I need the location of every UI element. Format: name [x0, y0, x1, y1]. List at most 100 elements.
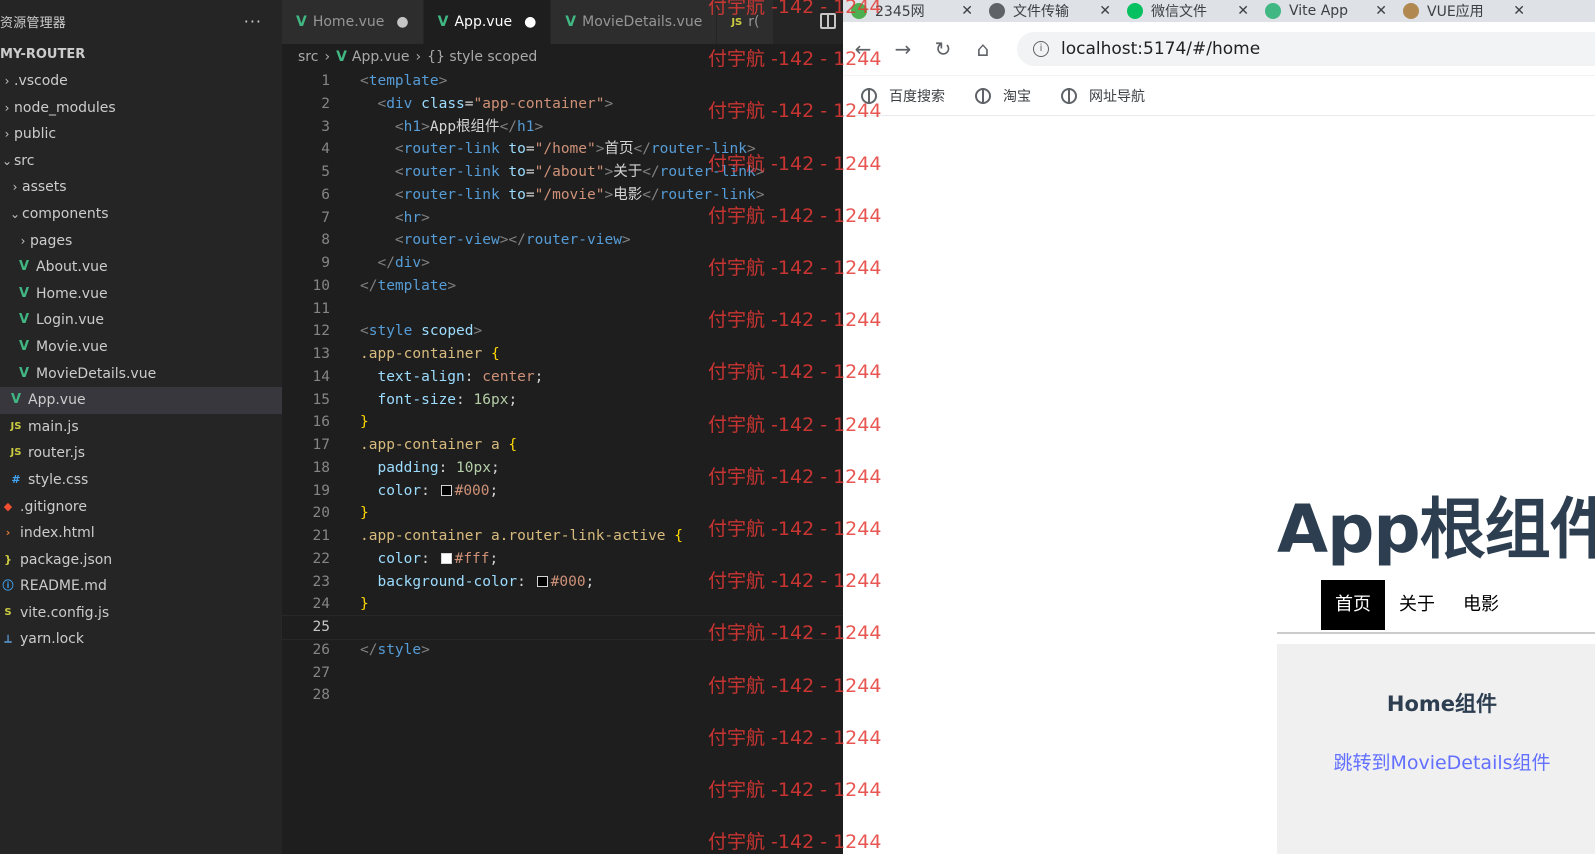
tree-item[interactable]: › node_modules [0, 95, 282, 122]
tree-item[interactable]: Svite.config.js [0, 600, 282, 627]
tree-item[interactable]: ⓘ README.md [0, 573, 282, 600]
close-icon[interactable]: ✕ [961, 3, 973, 19]
line-number: 11 [312, 300, 330, 317]
browser-tab-label: 2345网 [875, 4, 925, 20]
tree-item[interactable]: V Movie.vue [0, 334, 282, 361]
code-line[interactable]: 9 </div> [282, 252, 843, 275]
editor-tab[interactable]: JS r( [717, 0, 775, 44]
browser-tab[interactable]: 微信文件 ✕ [1119, 0, 1257, 22]
browser-tab[interactable]: 2345网 ✕ [843, 0, 981, 22]
home-icon[interactable]: ⌂ [963, 37, 1003, 61]
tree-item[interactable]: ◆ .gitignore [0, 494, 282, 521]
code-line[interactable]: 10 </template> [282, 275, 843, 298]
tree-item[interactable]: › index.html [0, 520, 282, 547]
tree-item[interactable]: › .vscode [0, 68, 282, 95]
code-line[interactable]: 4 <router-link to="/home">首页</router-lin… [282, 138, 843, 161]
code-line[interactable]: 14 text-align: center; [282, 366, 843, 389]
tree-item[interactable]: V About.vue [0, 254, 282, 281]
tree-item[interactable]: JS router.js [0, 440, 282, 467]
tree-item[interactable]: # style.css [0, 467, 282, 494]
forward-arrow-icon[interactable]: → [883, 37, 923, 61]
browser-tab[interactable]: 文件传输 ✕ [981, 0, 1119, 22]
editor-tab[interactable]: V Home.vue ● [282, 0, 424, 44]
code-line[interactable]: 25 [281, 615, 844, 640]
tree-item[interactable]: › pages [0, 228, 282, 255]
color-swatch-icon[interactable] [440, 552, 452, 564]
code-line[interactable]: 7 <hr> [282, 207, 843, 230]
tree-item[interactable]: JS main.js [0, 414, 282, 441]
tree-item[interactable]: ⟂ yarn.lock [0, 626, 282, 653]
color-swatch-icon[interactable] [440, 484, 452, 496]
code-line[interactable]: 28 [282, 684, 843, 707]
close-icon[interactable]: ✕ [1375, 3, 1387, 19]
close-icon[interactable]: ✕ [1237, 3, 1249, 19]
editor-tab[interactable]: V App.vue ● [423, 0, 552, 44]
url-text[interactable]: localhost:5174/#/home [1061, 39, 1260, 59]
site-info-icon[interactable]: i [1033, 40, 1049, 57]
back-arrow-icon[interactable]: ← [843, 37, 883, 61]
line-source: padding: 10px; [377, 459, 500, 476]
code-line[interactable]: 8 <router-view></router-view> [282, 229, 843, 252]
line-source: </template> [360, 277, 457, 294]
browser-tab[interactable]: Vite App ✕ [1257, 0, 1395, 22]
more-actions-icon[interactable]: ··· [244, 12, 262, 31]
movie-details-link[interactable]: 跳转到MovieDetails组件 [1277, 748, 1595, 775]
code-line[interactable]: 17 .app-container a { [282, 434, 843, 457]
project-root[interactable]: MY-ROUTER [0, 42, 282, 68]
split-editor-icon[interactable] [820, 13, 836, 29]
code-line[interactable]: 24} [282, 593, 843, 616]
tree-item-label: Movie.vue [36, 338, 108, 355]
reload-icon[interactable]: ↻ [923, 37, 963, 61]
browser-tab-label: VUE应用 [1427, 4, 1484, 20]
code-line[interactable]: 18 padding: 10px; [282, 457, 843, 480]
tree-item[interactable]: V MovieDetails.vue [0, 361, 282, 388]
code-line[interactable]: 13 .app-container { [282, 343, 843, 366]
router-link[interactable]: 电影 [1449, 580, 1513, 630]
unsaved-dot-icon[interactable]: ● [396, 14, 408, 30]
router-link[interactable]: 关于 [1385, 580, 1449, 630]
bookmark-item[interactable]: 淘宝 [975, 86, 1031, 106]
close-icon[interactable]: ✕ [1513, 3, 1525, 19]
tree-item[interactable]: V Home.vue [0, 281, 282, 308]
line-number: 9 [321, 255, 330, 271]
tree-item[interactable]: › assets [0, 174, 282, 201]
code-line[interactable]: 1 <template> [282, 70, 843, 93]
breadcrumb-symbol[interactable]: {} style scoped [427, 49, 537, 65]
code-line[interactable]: 15 font-size: 16px; [282, 389, 843, 412]
tree-item-label: Login.vue [36, 312, 104, 329]
color-swatch-icon[interactable] [536, 575, 548, 587]
tree-item[interactable]: V App.vue [0, 387, 282, 414]
code-line[interactable]: 23 background-color: #000; [282, 571, 843, 594]
editor-tab[interactable]: V MovieDetails.vue [551, 0, 718, 44]
tree-item[interactable]: V Login.vue [0, 307, 282, 334]
code-line[interactable]: 19 color: #000; [282, 480, 843, 503]
code-line[interactable]: 2 <div class="app-container"> [282, 93, 843, 116]
bookmark-item[interactable]: 网址导航 [1061, 86, 1145, 106]
code-line[interactable]: 22 color: #fff; [282, 548, 843, 571]
tree-item[interactable]: } package.json [0, 547, 282, 574]
bookmark-item[interactable]: 百度搜索 [861, 86, 945, 106]
tree-item[interactable]: ⌄ components [0, 201, 282, 228]
breadcrumb-root[interactable]: src [298, 49, 318, 65]
code-line[interactable]: 12 <style scoped> [282, 320, 843, 343]
code-line[interactable]: 11 [282, 298, 843, 321]
line-number: 24 [312, 596, 330, 613]
code-line[interactable]: 16} [282, 411, 843, 434]
code-area[interactable]: 1 <template> 2 <div class="app-container">… [281, 70, 844, 707]
code-line[interactable]: 5 <router-link to="/about">关于</router-li… [282, 161, 843, 184]
browser-tab[interactable]: VUE应用 ✕ [1395, 0, 1533, 22]
code-line[interactable]: 20} [282, 502, 843, 525]
code-line[interactable]: 26 </style> [282, 639, 843, 662]
router-link[interactable]: 首页 [1321, 580, 1385, 630]
close-icon[interactable]: ✕ [1099, 3, 1111, 19]
code-line[interactable]: 21 .app-container a.router-link-active { [282, 525, 843, 548]
code-line[interactable]: 6 <router-link to="/movie">电影</router-li… [282, 184, 843, 207]
tree-item[interactable]: ⌄ src [0, 148, 282, 175]
unsaved-dot-icon[interactable]: ● [524, 14, 536, 30]
breadcrumb-file[interactable]: App.vue [352, 49, 410, 65]
code-line[interactable]: 27 [282, 662, 843, 685]
tree-item[interactable]: › public [0, 121, 282, 148]
line-number: 25 [312, 619, 330, 635]
code-line[interactable]: 3 <h1>App根组件</h1> [282, 116, 843, 139]
address-bar[interactable]: i localhost:5174/#/home [1017, 31, 1595, 66]
